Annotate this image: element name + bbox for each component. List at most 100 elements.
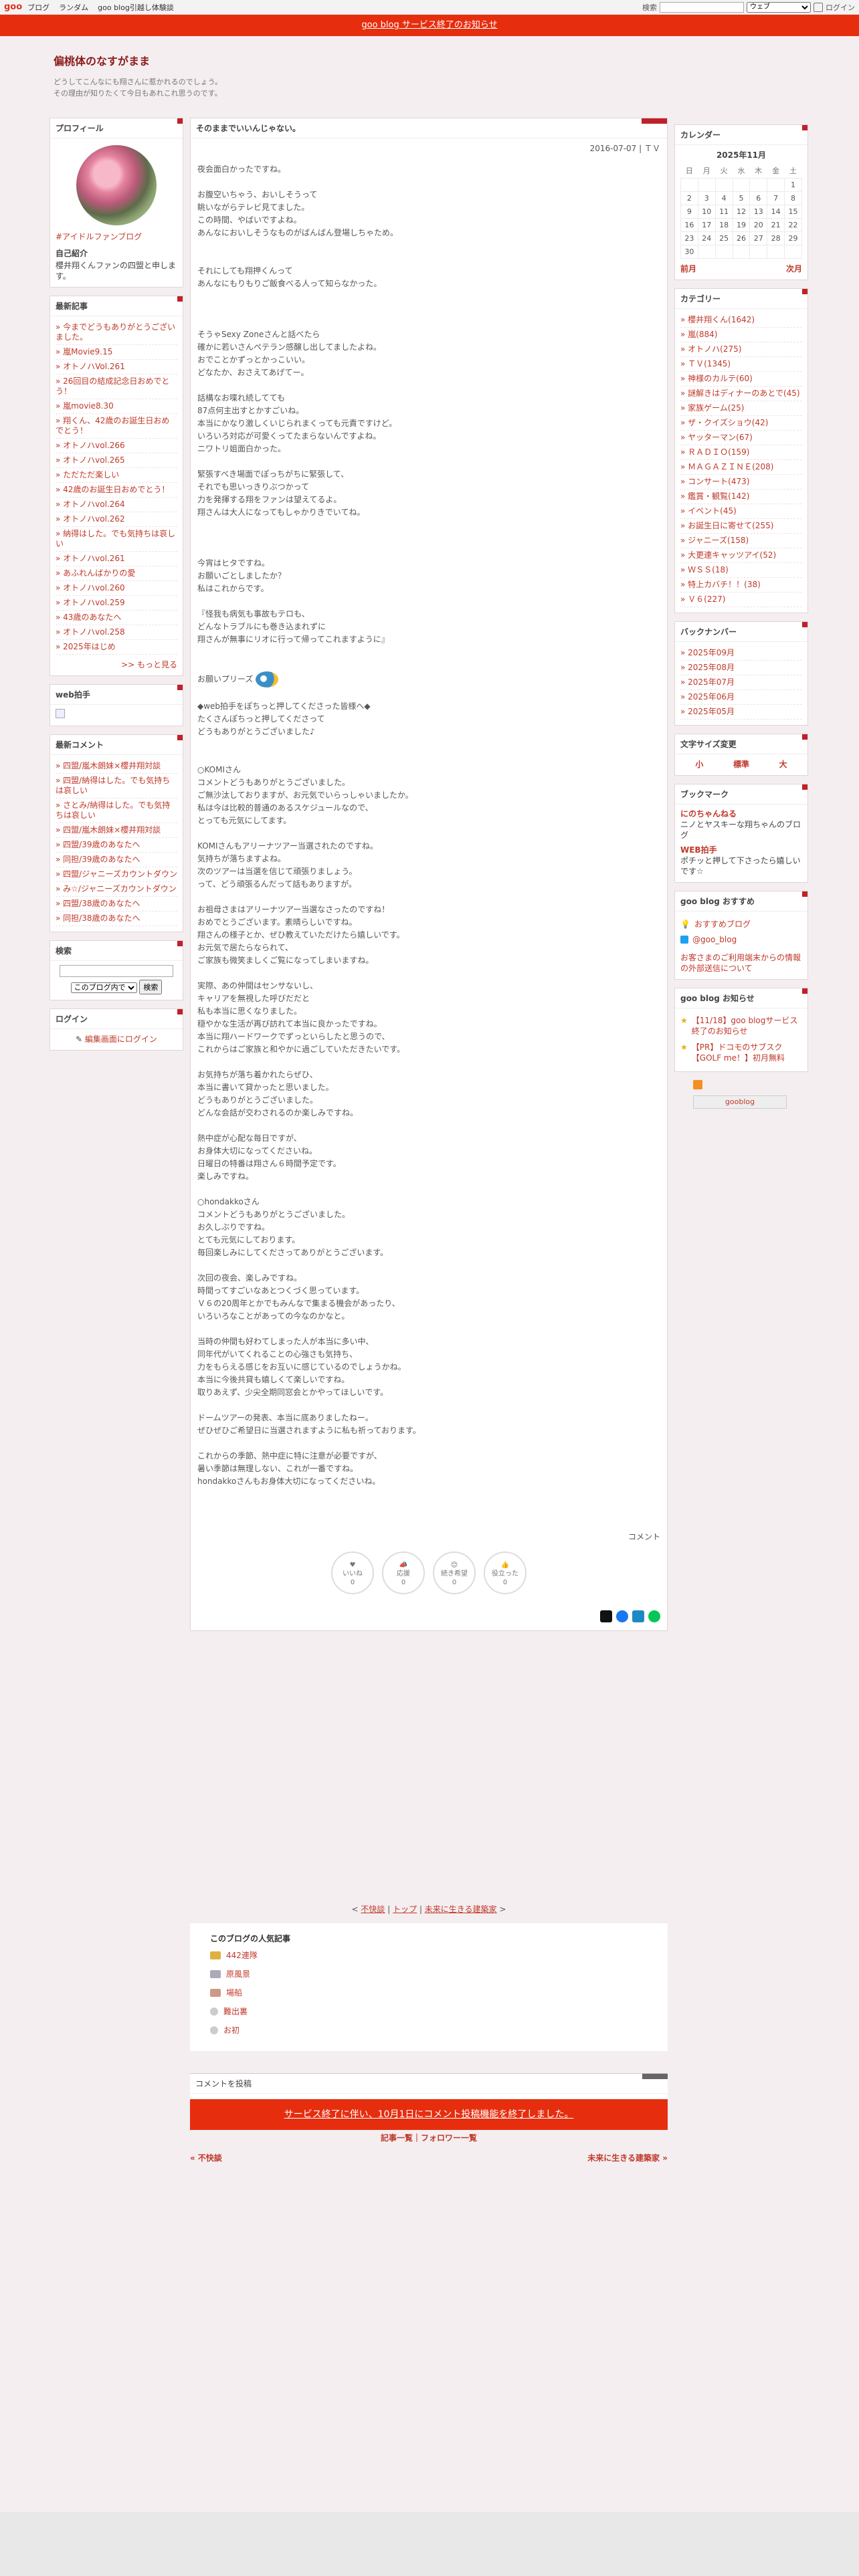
hatena-icon[interactable] — [632, 1610, 644, 1622]
category-item[interactable]: 鑑賞・観覧(142) — [680, 490, 802, 504]
x-icon[interactable] — [600, 1610, 612, 1622]
category-item[interactable]: 家族ゲーム(25) — [680, 401, 802, 416]
category-item[interactable]: 謎解きはディナーのあとで(45) — [680, 387, 802, 401]
goo-logo[interactable]: goo — [4, 2, 22, 12]
category-item[interactable]: ＷＳＳ(18) — [680, 563, 802, 578]
recent-comment-item[interactable]: 四盟/ジャニーズカウントダウン — [56, 867, 177, 882]
calendar-day[interactable]: 28 — [767, 231, 785, 245]
popular-item[interactable]: 原風景 — [210, 1968, 668, 1979]
recent-post-item[interactable]: 嵐movie8.30 — [56, 399, 177, 414]
calendar-day[interactable]: 19 — [732, 218, 751, 232]
prev-article-link[interactable]: « 不快談 — [190, 2152, 222, 2163]
calendar-day[interactable]: 17 — [697, 218, 716, 232]
calendar-next[interactable]: 次月 — [786, 263, 802, 274]
pager-top[interactable]: トップ — [393, 1905, 417, 1914]
reaction-like[interactable]: ♥ いいね 0 — [331, 1551, 374, 1594]
recent-post-item[interactable]: オトノハvol.262 — [56, 512, 177, 527]
blog-search-input[interactable] — [60, 965, 173, 977]
blog-search-scope[interactable]: このブログ内で — [70, 982, 137, 993]
calendar-day[interactable]: 13 — [749, 205, 768, 219]
gooblog-badge[interactable]: gooblog — [693, 1095, 787, 1109]
calendar-day[interactable]: 8 — [784, 191, 802, 205]
recommend-blog-link[interactable]: おすすめブログ — [694, 918, 751, 930]
recent-comment-item[interactable]: 四盟/納得はした。でも気持ちは哀しい — [56, 774, 177, 798]
reaction-cheer[interactable]: 📣 応援 0 — [382, 1551, 425, 1594]
calendar-day[interactable]: 24 — [697, 231, 716, 245]
recent-post-item[interactable]: あふれんばかりの愛 — [56, 566, 177, 581]
recent-post-item[interactable]: オトノハVol.261 — [56, 360, 177, 374]
calendar-day[interactable]: 1 — [784, 178, 802, 192]
calendar-day[interactable]: 18 — [714, 218, 733, 232]
bookmark-2[interactable]: WEB拍手 — [680, 845, 802, 855]
calendar-prev[interactable]: 前月 — [680, 263, 696, 274]
popular-item[interactable]: お初 — [210, 2024, 668, 2036]
calendar-day[interactable]: 7 — [767, 191, 785, 205]
backnumber-item[interactable]: 2025年05月 — [680, 705, 802, 720]
recent-comment-item[interactable]: 四盟/39歳のあなたへ — [56, 838, 177, 853]
recent-comment-item[interactable]: さとみ/納得はした。でも気持ちは哀しい — [56, 798, 177, 823]
popular-item[interactable]: 場船 — [210, 1987, 668, 1998]
news-item-2[interactable]: 【PR】ドコモのサブスク【GOLF me！】初月無料 — [692, 1042, 802, 1063]
category-item[interactable]: イベント(45) — [680, 504, 802, 519]
category-item[interactable]: 櫻井翔くん(1642) — [680, 313, 802, 328]
recent-post-item[interactable]: オトノハvol.265 — [56, 453, 177, 468]
fan-tag[interactable]: #アイドルファンブログ — [56, 231, 177, 242]
recent-comment-item[interactable]: 同担/39歳のあなたへ — [56, 853, 177, 867]
font-large[interactable]: 大 — [779, 758, 787, 770]
popular-item[interactable]: 442連隊 — [210, 1949, 668, 1961]
nav-random[interactable]: ランダム — [59, 3, 88, 12]
category-item[interactable]: オトノハ(275) — [680, 342, 802, 357]
search-scope-select[interactable]: ウェブ — [747, 1, 811, 13]
calendar-day[interactable]: 22 — [784, 218, 802, 232]
calendar-day[interactable]: 3 — [697, 191, 716, 205]
calendar-day[interactable]: 12 — [732, 205, 751, 219]
font-medium[interactable]: 標準 — [733, 758, 749, 770]
recent-post-item[interactable]: 納得はした。でも気持ちは哀しい — [56, 527, 177, 552]
backnumber-item[interactable]: 2025年06月 — [680, 690, 802, 705]
calendar-day[interactable]: 5 — [732, 191, 751, 205]
calendar-day[interactable]: 30 — [680, 245, 698, 259]
recent-post-item[interactable]: 43歳のあなたへ — [56, 611, 177, 625]
webclap-image-icon[interactable] — [56, 709, 65, 718]
category-item[interactable]: 神様のカルテ(60) — [680, 372, 802, 387]
article-title[interactable]: そのままでいいんじゃない。 — [196, 124, 300, 133]
recent-post-item[interactable]: オトノハvol.259 — [56, 596, 177, 611]
edit-login-link[interactable]: 編集画面にログイン — [85, 1035, 157, 1044]
reaction-more[interactable]: 😊 続き希望 0 — [433, 1551, 476, 1594]
category-item[interactable]: ヤッターマン(67) — [680, 431, 802, 445]
recent-comment-item[interactable]: 四盟/嵐木朗妹×櫻井翔対談 — [56, 759, 177, 774]
recent-post-item[interactable]: オトノハvol.261 — [56, 552, 177, 566]
facebook-icon[interactable] — [616, 1610, 628, 1622]
calendar-day[interactable]: 20 — [749, 218, 768, 232]
line-icon[interactable] — [648, 1610, 660, 1622]
next-article-link[interactable]: 未来に生きる建築家 » — [587, 2152, 668, 2163]
calendar-day[interactable]: 21 — [767, 218, 785, 232]
goo-blog-twitter-link[interactable]: @goo_blog — [692, 935, 737, 944]
more-link[interactable]: >> もっと見る — [56, 655, 177, 670]
recent-post-item[interactable]: ただただ楽しい — [56, 468, 177, 483]
recent-post-item[interactable]: 26回目の結成記念日おめでとう！ — [56, 374, 177, 399]
blog-title[interactable]: 偏桃体のなすがまま — [54, 52, 803, 68]
calendar-day[interactable]: 11 — [714, 205, 733, 219]
calendar-day[interactable]: 23 — [680, 231, 698, 245]
recent-comment-item[interactable]: 四盟/嵐木朗妹×櫻井翔対談 — [56, 823, 177, 838]
category-item[interactable]: Ｖ６(227) — [680, 593, 802, 607]
calendar-day[interactable]: 27 — [749, 231, 768, 245]
reaction-useful[interactable]: 👍 役立った 0 — [484, 1551, 527, 1594]
news-item-1[interactable]: 【11/18】goo blogサービス終了のお知らせ — [692, 1015, 802, 1037]
recent-post-item[interactable]: オトノハvol.264 — [56, 498, 177, 512]
calendar-day[interactable]: 25 — [714, 231, 733, 245]
search-input[interactable] — [660, 1, 744, 13]
comment-link[interactable]: コメント — [191, 1528, 667, 1545]
backnumber-item[interactable]: 2025年08月 — [680, 661, 802, 675]
category-item[interactable]: ＭＡＧＡＺＩＮＥ(208) — [680, 460, 802, 475]
backnumber-item[interactable]: 2025年09月 — [680, 646, 802, 661]
calendar-day[interactable]: 29 — [784, 231, 802, 245]
external-send-info-link[interactable]: お客さまのご利用端末からの情報の外部送信について — [680, 952, 802, 974]
calendar-day[interactable]: 2 — [680, 191, 698, 205]
calendar-day[interactable]: 4 — [714, 191, 733, 205]
recent-post-item[interactable]: 2025年はじめ — [56, 640, 177, 655]
category-item[interactable]: 大更連キャッツアイ(52) — [680, 548, 802, 563]
rss-icon[interactable] — [693, 1080, 702, 1089]
category-item[interactable]: ＴＶ(1345) — [680, 357, 802, 372]
